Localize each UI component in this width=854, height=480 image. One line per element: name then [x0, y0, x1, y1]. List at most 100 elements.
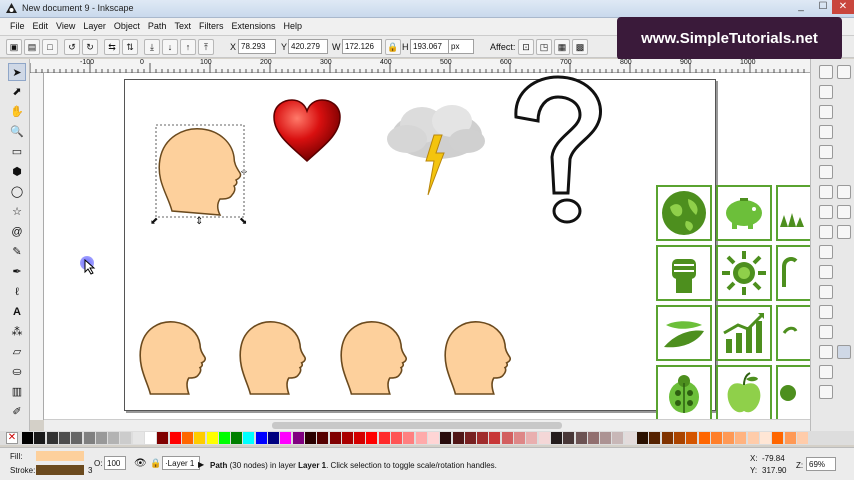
palette-swatch[interactable]: [489, 432, 501, 444]
palette-swatch[interactable]: [624, 432, 636, 444]
raise-button[interactable]: ↑: [180, 39, 196, 55]
menu-view[interactable]: View: [52, 18, 79, 34]
scale-handle[interactable]: ⬊: [239, 216, 247, 227]
palette-swatch[interactable]: [538, 432, 550, 444]
transform-patterns-button[interactable]: ▩: [572, 39, 588, 55]
dropper-icon[interactable]: ✐: [8, 403, 26, 421]
palette-swatch[interactable]: [317, 432, 329, 444]
palette-swatch[interactable]: [83, 432, 95, 444]
scale-stroke-button[interactable]: ⊡: [518, 39, 534, 55]
palette-swatch[interactable]: [145, 432, 156, 444]
rectangle-icon[interactable]: ▭: [8, 143, 26, 161]
fist-icon[interactable]: [656, 245, 712, 301]
head-shape[interactable]: [236, 311, 316, 405]
eye-icon[interactable]: 👁: [134, 458, 147, 469]
spray-icon[interactable]: ⁂: [8, 323, 26, 341]
bucket-icon[interactable]: ⛀: [8, 363, 26, 381]
menu-extensions[interactable]: Extensions: [227, 18, 279, 34]
select-all-layers-button[interactable]: ▤: [24, 39, 40, 55]
menu-text[interactable]: Text: [170, 18, 195, 34]
minimize-button[interactable]: _: [790, 0, 812, 14]
palette-swatch[interactable]: [526, 432, 538, 444]
palette-swatch[interactable]: [304, 432, 316, 444]
zoom-icon[interactable]: 🔍: [8, 123, 26, 141]
storm-cloud-shape[interactable]: [382, 95, 492, 205]
palette-swatch[interactable]: [95, 432, 107, 444]
group-icon[interactable]: [819, 385, 833, 399]
spiral-icon[interactable]: @: [8, 223, 26, 241]
palette-swatch[interactable]: [464, 432, 476, 444]
palette-swatch[interactable]: [255, 432, 267, 444]
layer-select[interactable]: ·Layer 1: [162, 456, 200, 470]
lock-ratio-button[interactable]: 🔒: [385, 39, 401, 55]
scrollbar-thumb[interactable]: [272, 422, 562, 429]
calligraphy-icon[interactable]: ℓ: [8, 283, 26, 301]
palette-swatch[interactable]: [403, 432, 415, 444]
palette-swatch[interactable]: [366, 432, 378, 444]
palette-swatch[interactable]: [354, 432, 366, 444]
palette-swatch[interactable]: [637, 432, 648, 444]
palette-swatch[interactable]: [796, 432, 808, 444]
palette-swatch[interactable]: [157, 432, 169, 444]
palette-swatch[interactable]: [108, 432, 120, 444]
globe-icon[interactable]: [656, 185, 712, 241]
plant-icon[interactable]: [776, 245, 810, 301]
grass-icon[interactable]: [776, 185, 810, 241]
fill-swatch[interactable]: [36, 451, 84, 461]
paste-icon[interactable]: [819, 265, 833, 279]
w-field[interactable]: 172.126: [342, 39, 382, 54]
sprout-icon[interactable]: [776, 305, 810, 361]
open-icon[interactable]: [819, 85, 833, 99]
palette-swatch[interactable]: [772, 432, 784, 444]
snap-paths-icon[interactable]: [837, 225, 851, 239]
palette-swatch[interactable]: [427, 432, 439, 444]
palette-swatch[interactable]: [698, 432, 710, 444]
menu-path[interactable]: Path: [144, 18, 171, 34]
zoom-page-icon[interactable]: [819, 325, 833, 339]
h-field[interactable]: 193.067: [410, 39, 450, 54]
maximize-button[interactable]: ☐: [812, 0, 834, 14]
zoom-drawing-icon[interactable]: [819, 305, 833, 319]
y-field[interactable]: 420.279: [288, 39, 328, 54]
palette-swatch[interactable]: [686, 432, 698, 444]
unit-select[interactable]: px: [448, 39, 474, 54]
palette-swatch[interactable]: [477, 432, 489, 444]
node-icon[interactable]: ⬈: [8, 83, 26, 101]
palette-swatch[interactable]: [120, 432, 132, 444]
duplicate-icon[interactable]: [819, 345, 833, 359]
palette-swatch[interactable]: [391, 432, 402, 444]
head-shape[interactable]: [136, 311, 216, 405]
stroke-swatch[interactable]: [36, 465, 84, 475]
palette-swatch[interactable]: [723, 432, 735, 444]
ladybug-icon[interactable]: [656, 365, 712, 420]
palette-swatch[interactable]: [169, 432, 181, 444]
scale-handle[interactable]: ⇔: [239, 166, 249, 177]
menu-edit[interactable]: Edit: [29, 18, 53, 34]
snap-grid-icon[interactable]: [837, 345, 851, 359]
palette-swatch[interactable]: [46, 432, 58, 444]
palette-swatch[interactable]: [280, 432, 292, 444]
pencil-icon[interactable]: ✎: [8, 243, 26, 261]
palette-swatch[interactable]: [673, 432, 685, 444]
palette-swatch[interactable]: [501, 432, 513, 444]
palette-swatch[interactable]: [550, 432, 562, 444]
head-shape[interactable]: [337, 311, 417, 405]
snap-nodes-icon[interactable]: [837, 185, 851, 199]
select-all-button[interactable]: ▣: [6, 39, 22, 55]
scale-handle[interactable]: ⬋: [150, 216, 158, 227]
lock-icon[interactable]: 🔒: [150, 458, 161, 469]
menu-layer[interactable]: Layer: [79, 18, 110, 34]
menu-filters[interactable]: Filters: [195, 18, 228, 34]
palette-swatch[interactable]: [378, 432, 390, 444]
palette-swatch[interactable]: [71, 432, 83, 444]
sun-icon[interactable]: [716, 245, 772, 301]
palette-swatch[interactable]: [661, 432, 673, 444]
snap-toggle-icon[interactable]: [837, 65, 851, 79]
star-icon[interactable]: ☆: [8, 203, 26, 221]
raise-top-button[interactable]: ⤒: [198, 39, 214, 55]
piggy-bank-icon[interactable]: [716, 185, 772, 241]
palette-swatch[interactable]: [649, 432, 661, 444]
palette-swatch[interactable]: [58, 432, 70, 444]
stroke-width-value[interactable]: 3: [88, 466, 92, 475]
palette-swatch[interactable]: [34, 432, 46, 444]
